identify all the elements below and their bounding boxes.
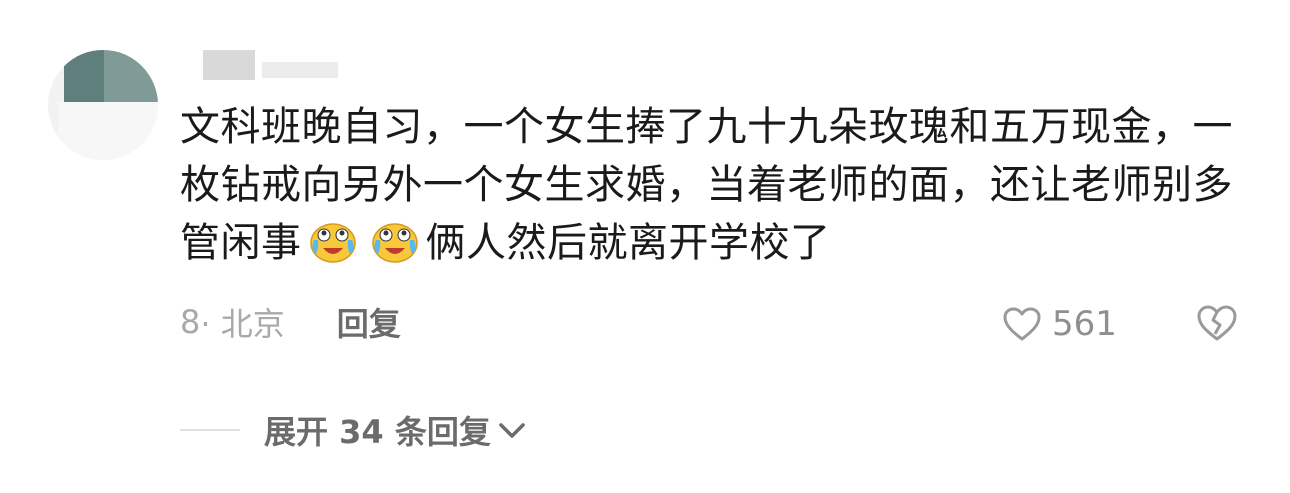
avatar-block: [58, 102, 158, 160]
comment-location: · 北京: [200, 305, 285, 343]
heart-icon: [1003, 307, 1041, 341]
laughing-crying-emoji-icon: [309, 223, 356, 263]
avatar[interactable]: [48, 50, 158, 160]
chevron-down-icon: [499, 423, 525, 438]
username-blurred-2: [262, 62, 338, 78]
comment-time: 8: [180, 303, 201, 341]
expand-replies[interactable]: 展开 34 条回复: [180, 408, 527, 452]
comment-text: 文科班晚自习，一个女生捧了九十九朵玫瑰和五万现金，一枚钻戒向另外一个女生求婚，当…: [180, 98, 1240, 272]
expand-replies-label: 展开 34 条回复: [264, 413, 491, 451]
username-blurred[interactable]: [203, 50, 255, 80]
dislike-button[interactable]: [1196, 304, 1238, 346]
divider-line: [180, 429, 240, 431]
comment-text-part2: 俩人然后就离开学校了: [425, 220, 831, 266]
like-count: 561: [1052, 304, 1117, 344]
avatar-block: [64, 50, 104, 102]
avatar-block: [104, 50, 158, 102]
reply-button[interactable]: 回复: [337, 299, 401, 345]
like-button[interactable]: 561: [1002, 302, 1117, 346]
comment-meta: 8 · 北京 回复: [180, 300, 401, 344]
broken-heart-icon: [1197, 305, 1237, 341]
laughing-crying-emoji-icon: [371, 223, 418, 263]
